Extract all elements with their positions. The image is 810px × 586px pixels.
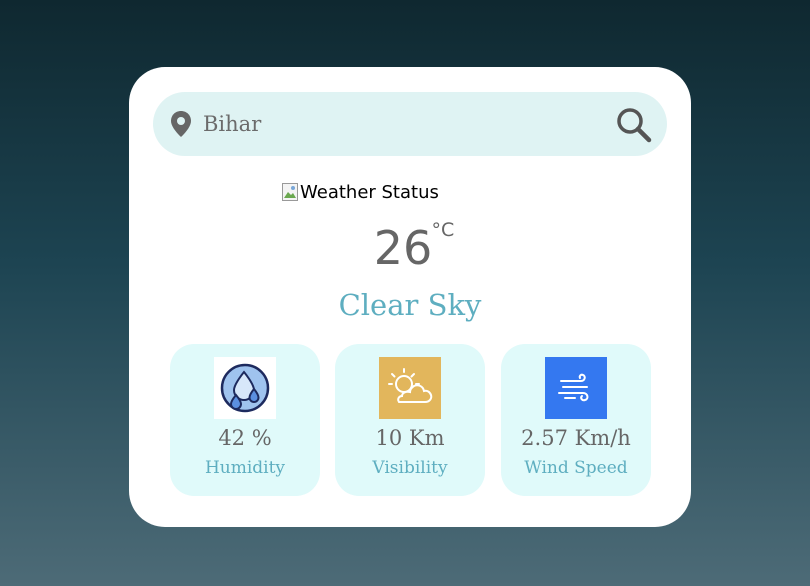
wind-speed-value: 2.57 Km/h [521,426,631,450]
page-background: { "search": { "placeholder": "Bihar", "v… [0,0,810,586]
humidity-box: 42 % Humidity [170,344,320,496]
location-search-input[interactable] [203,104,603,144]
weather-condition: Clear Sky [338,288,482,322]
wind-speed-label: Wind Speed [524,458,628,478]
search-bar [153,92,667,156]
visibility-icon [379,357,441,419]
wind-speed-box: 2.57 Km/h Wind Speed [501,344,651,496]
weather-status-alt-text: Weather Status [300,181,439,203]
temperature-value: 26 [373,221,433,275]
humidity-value: 42 % [218,426,272,450]
temperature-row: 26 °C [129,217,691,279]
visibility-box: 10 Km Visibility [335,344,485,496]
weather-status-image: Weather Status [282,180,439,204]
humidity-label: Humidity [204,458,286,478]
map-pin-icon [171,111,191,137]
broken-image-icon [282,183,298,201]
visibility-value: 10 Km [375,426,445,450]
temperature-display: 26 °C [373,217,455,279]
humidity-icon [214,357,276,419]
magnifier-icon[interactable] [615,106,653,144]
visibility-label: Visibility [372,458,448,478]
weather-card: Weather Status 26°C Clear Sky 42 % Humid… [129,67,691,527]
temperature-unit: °C [431,219,455,241]
wind-icon [545,357,607,419]
